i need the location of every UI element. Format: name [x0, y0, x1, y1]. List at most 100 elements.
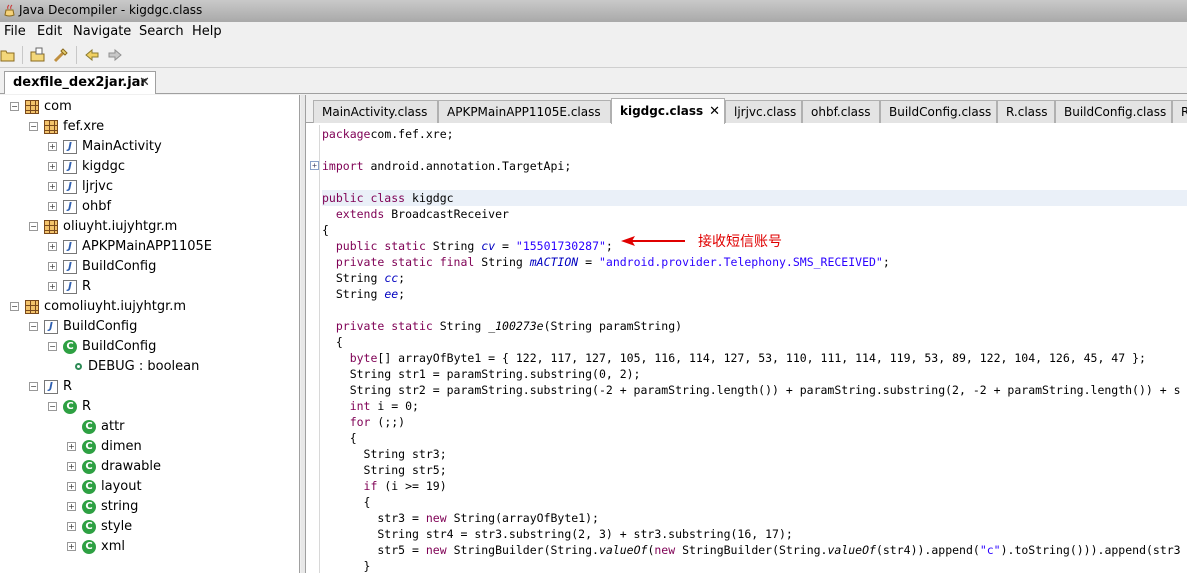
class-tab[interactable]: BuildConfig.class: [880, 100, 997, 123]
package-icon: [44, 220, 58, 234]
tree-node[interactable]: + Cdrawable: [0, 457, 299, 477]
menu-navigate[interactable]: Navigate: [73, 24, 131, 39]
java-icon: J: [63, 240, 77, 254]
collapse-icon[interactable]: −: [29, 222, 38, 231]
java-icon: J: [63, 200, 77, 214]
tree-node[interactable]: − J BuildConfig: [0, 317, 299, 337]
tree-node[interactable]: + J APKPMainAPP1105E: [0, 237, 299, 257]
tree-node[interactable]: + J BuildConfig: [0, 257, 299, 277]
collapse-icon[interactable]: −: [48, 402, 57, 411]
tree-node[interactable]: + Clayout: [0, 477, 299, 497]
class-tab[interactable]: R.class: [997, 100, 1055, 123]
collapse-icon[interactable]: −: [10, 102, 19, 111]
tree-node-label: fef.xre: [63, 119, 105, 134]
tree-node[interactable]: + J R: [0, 277, 299, 297]
code-line: for (;;): [349, 415, 406, 429]
wand-icon[interactable]: [53, 47, 69, 63]
open-folder-icon[interactable]: [0, 47, 16, 63]
collapse-icon[interactable]: −: [10, 302, 19, 311]
expand-icon[interactable]: +: [67, 522, 76, 531]
tree-node[interactable]: + Cxml: [0, 537, 299, 557]
toolbar-separator: [76, 46, 77, 64]
class-tab[interactable]: ohbf.class: [802, 100, 880, 123]
field-icon: [75, 363, 82, 370]
tree-node[interactable]: + Jkigdgc: [0, 157, 299, 177]
tree-node[interactable]: − oliuyht.iujyhtgr.m: [0, 217, 299, 237]
menu-edit[interactable]: Edit: [37, 24, 62, 39]
toolbar: [0, 42, 1187, 68]
expand-icon[interactable]: +: [67, 442, 76, 451]
menu-file[interactable]: File: [4, 24, 26, 39]
tree-node-label: MainActivity: [82, 139, 162, 154]
class-tab[interactable]: R.c: [1172, 100, 1187, 123]
class-tab-bar: MainActivity.class APKPMainAPP1105E.class…: [306, 95, 1187, 124]
tree-node[interactable]: + Cstring: [0, 497, 299, 517]
tree-node[interactable]: − comoliuyht.iujyhtgr.m: [0, 297, 299, 317]
expand-icon[interactable]: +: [48, 262, 57, 271]
class-tab[interactable]: BuildConfig.class: [1055, 100, 1172, 123]
class-tab-label: MainActivity.class: [322, 105, 428, 119]
class-tab[interactable]: APKPMainAPP1105E.class: [438, 100, 611, 123]
file-tab-dexfile[interactable]: dexfile_dex2jar.jar ✕: [4, 71, 156, 94]
fold-expand-icon[interactable]: +: [310, 161, 319, 170]
open-file-icon[interactable]: [30, 47, 46, 63]
tree-node[interactable]: + Johbf: [0, 197, 299, 217]
collapse-icon[interactable]: −: [29, 382, 38, 391]
expand-icon[interactable]: +: [48, 182, 57, 191]
toolbar-separator: [22, 46, 23, 64]
expand-icon[interactable]: +: [48, 162, 57, 171]
title-bar: Java Decompiler - kigdgc.class: [0, 0, 1187, 22]
tree-node[interactable]: Cattr: [0, 417, 299, 437]
tree-node[interactable]: + Jljrjvc: [0, 177, 299, 197]
code-line: str3 = new String(arrayOfByte1);: [322, 511, 599, 525]
menu-search[interactable]: Search: [139, 24, 184, 39]
collapse-icon[interactable]: −: [48, 342, 57, 351]
expand-icon[interactable]: +: [67, 482, 76, 491]
tree-node[interactable]: − fef.xre: [0, 117, 299, 137]
java-icon: J: [63, 280, 77, 294]
source-code-view[interactable]: + packagecom.fef.xre; import android.anno…: [306, 125, 1187, 573]
collapse-icon[interactable]: −: [29, 322, 38, 331]
expand-icon[interactable]: +: [48, 242, 57, 251]
java-icon: J: [44, 380, 58, 394]
class-tab[interactable]: MainActivity.class: [313, 100, 438, 123]
java-decompiler-icon: [4, 4, 15, 17]
annotation-arrow: [621, 236, 685, 246]
tree-node-label: DEBUG : boolean: [88, 359, 200, 374]
expand-icon[interactable]: +: [48, 202, 57, 211]
tree-node[interactable]: − com: [0, 97, 299, 117]
code-line: String ee;: [322, 287, 406, 301]
menu-help[interactable]: Help: [192, 24, 222, 39]
class-tab-label: kigdgc.class: [620, 104, 704, 118]
code-line: public static String cv = "15501730287";: [335, 239, 613, 253]
tree-node[interactable]: + J MainActivity: [0, 137, 299, 157]
tree-node-label: R: [82, 279, 92, 294]
collapse-icon[interactable]: −: [29, 122, 38, 131]
class-tab[interactable]: kigdgc.class ✕: [611, 98, 725, 124]
java-icon: J: [63, 260, 77, 274]
expand-icon[interactable]: +: [67, 542, 76, 551]
tree-node-label: dimen: [101, 439, 142, 454]
expand-icon[interactable]: +: [48, 282, 57, 291]
code-line: import android.annotation.TargetApi;: [322, 159, 572, 173]
close-icon[interactable]: ✕: [709, 104, 720, 119]
tree-node[interactable]: DEBUG : boolean: [0, 357, 299, 377]
expand-icon[interactable]: +: [67, 502, 76, 511]
code-line: String str3;: [322, 447, 447, 461]
back-icon[interactable]: [84, 47, 100, 63]
tree-node[interactable]: − C R: [0, 397, 299, 417]
expand-icon[interactable]: +: [67, 462, 76, 471]
tree-node[interactable]: + Cdimen: [0, 437, 299, 457]
class-tab[interactable]: ljrjvc.class: [725, 100, 802, 123]
tree-node[interactable]: + Cstyle: [0, 517, 299, 537]
tree-node[interactable]: − J R: [0, 377, 299, 397]
expand-icon[interactable]: +: [48, 142, 57, 151]
code-line: String str2 = paramString.substring(-2 +…: [322, 383, 1181, 397]
class-tab-label: R.c: [1181, 105, 1187, 119]
tree-node[interactable]: − C BuildConfig: [0, 337, 299, 357]
close-icon[interactable]: ✕: [139, 75, 150, 90]
package-icon: [25, 300, 39, 314]
class-tab-label: ljrjvc.class: [734, 105, 797, 119]
forward-icon[interactable]: [107, 47, 123, 63]
class-icon: C: [82, 540, 96, 554]
